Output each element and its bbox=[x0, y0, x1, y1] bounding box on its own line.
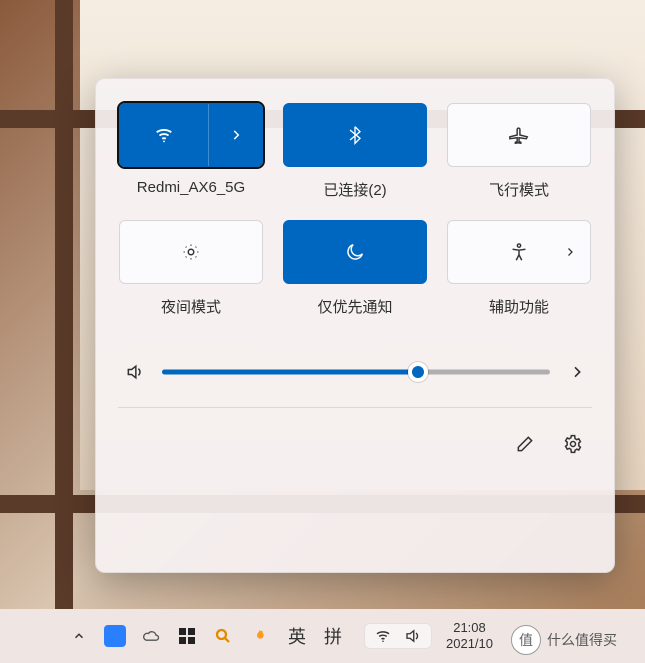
wifi-tile[interactable] bbox=[119, 103, 263, 167]
wifi-icon bbox=[153, 124, 175, 146]
wifi-expand[interactable] bbox=[208, 104, 262, 166]
slider-fill bbox=[162, 370, 418, 375]
focus-assist-label: 仅优先通知 bbox=[317, 296, 392, 317]
airplane-label: 飞行模式 bbox=[489, 179, 549, 200]
settings-button[interactable] bbox=[560, 431, 586, 457]
tray-grid-icon[interactable] bbox=[176, 625, 198, 647]
volume-icon bbox=[404, 627, 422, 645]
ime-mode[interactable]: 拼 bbox=[324, 623, 342, 649]
chevron-right-icon bbox=[229, 128, 243, 142]
volume-slider[interactable] bbox=[162, 362, 550, 382]
night-light-tile[interactable] bbox=[119, 220, 263, 284]
moon-icon bbox=[344, 241, 366, 263]
clock-time: 21:08 bbox=[446, 620, 493, 636]
edit-button[interactable] bbox=[512, 431, 538, 457]
focus-assist-tile[interactable] bbox=[283, 220, 427, 284]
airplane-icon bbox=[508, 124, 530, 146]
bluetooth-label: 已连接(2) bbox=[323, 179, 386, 200]
wifi-toggle[interactable] bbox=[120, 104, 208, 166]
accessibility-icon bbox=[508, 241, 530, 263]
quick-settings-panel: Redmi_AX6_5G 已连接(2) 飞行模式 bbox=[95, 78, 615, 573]
onedrive-icon[interactable] bbox=[140, 625, 162, 647]
volume-expand[interactable] bbox=[564, 359, 590, 385]
ime-language[interactable]: 英 bbox=[288, 623, 306, 649]
bluetooth-icon bbox=[345, 123, 365, 147]
night-light-label: 夜间模式 bbox=[161, 296, 221, 317]
tray-overflow[interactable] bbox=[68, 625, 90, 647]
accessibility-label: 辅助功能 bbox=[489, 296, 549, 317]
wifi-label: Redmi_AX6_5G bbox=[137, 179, 245, 196]
clock-date: 2021/10 bbox=[446, 636, 493, 652]
wifi-icon bbox=[374, 627, 392, 645]
accessibility-tile[interactable] bbox=[447, 220, 591, 284]
tray-app-icon[interactable] bbox=[104, 625, 126, 647]
search-icon[interactable] bbox=[212, 625, 234, 647]
system-tray-network-volume[interactable] bbox=[364, 623, 432, 649]
brightness-icon bbox=[180, 241, 202, 263]
flame-icon[interactable] bbox=[248, 625, 270, 647]
bluetooth-tile[interactable] bbox=[283, 103, 427, 167]
taskbar-clock[interactable]: 21:08 2021/10 bbox=[446, 620, 493, 653]
airplane-tile[interactable] bbox=[447, 103, 591, 167]
chevron-right-icon bbox=[564, 246, 576, 258]
slider-thumb[interactable] bbox=[408, 362, 428, 382]
taskbar: 英 拼 21:08 2021/10 bbox=[0, 609, 645, 663]
volume-icon[interactable] bbox=[122, 359, 148, 385]
